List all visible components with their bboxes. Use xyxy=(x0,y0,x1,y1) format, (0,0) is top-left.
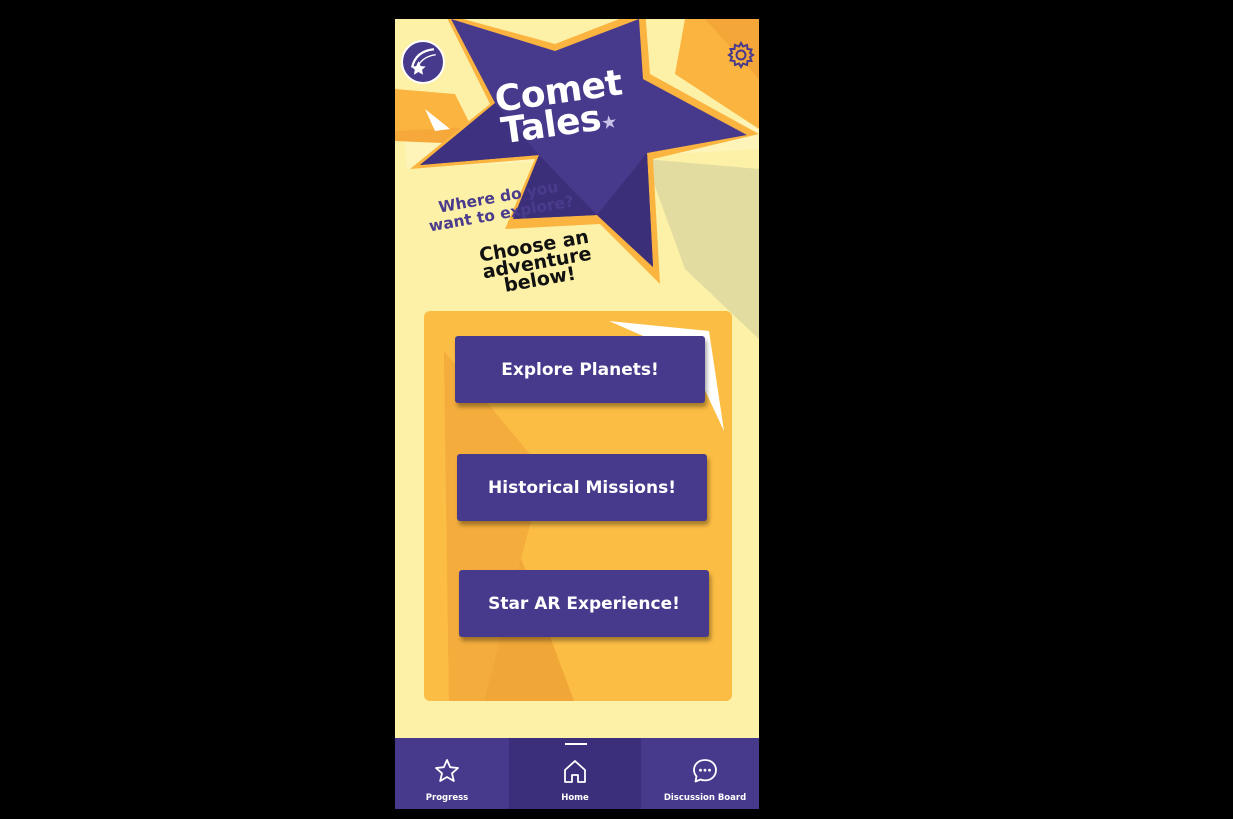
small-star-icon: ★ xyxy=(599,111,619,135)
chat-icon xyxy=(693,759,717,783)
shooting-star-icon xyxy=(410,48,436,75)
bottom-nav: Progress Home Discussion Board xyxy=(395,738,759,809)
active-tab-indicator xyxy=(565,743,587,745)
settings-button[interactable] xyxy=(726,40,756,70)
nav-tab-home-label: Home xyxy=(561,793,589,803)
app-screen: Comet Tales★ Where do you want to explor… xyxy=(395,19,759,809)
nav-tab-discussion-board-label: Discussion Board xyxy=(663,793,747,803)
nav-tab-discussion-board[interactable]: Discussion Board xyxy=(651,738,759,809)
home-icon xyxy=(564,760,586,783)
nav-tab-progress-label: Progress xyxy=(425,793,469,803)
logo-button[interactable] xyxy=(401,40,445,84)
nav-tab-home[interactable]: Home xyxy=(509,738,641,809)
star-ar-experience-button[interactable]: Star AR Experience! xyxy=(459,570,709,637)
explore-planets-button[interactable]: Explore Planets! xyxy=(455,336,705,403)
star-icon xyxy=(435,759,459,782)
gear-icon xyxy=(727,40,755,70)
historical-missions-button[interactable]: Historical Missions! xyxy=(457,454,707,521)
nav-tab-progress[interactable]: Progress xyxy=(395,738,499,809)
